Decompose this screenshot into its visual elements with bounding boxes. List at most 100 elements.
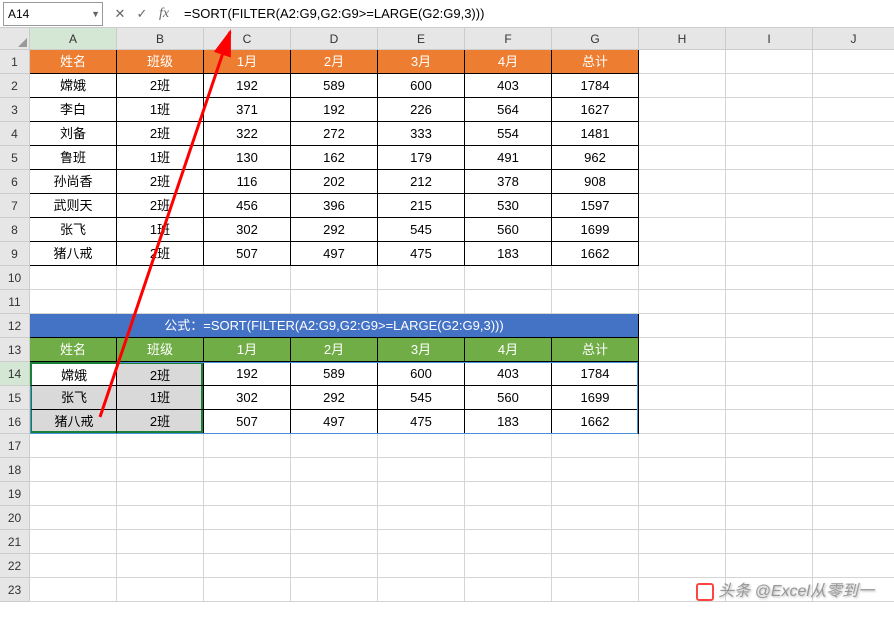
cell[interactable]: 姓名	[30, 338, 117, 362]
cell[interactable]	[813, 266, 894, 290]
cells-area[interactable]: 姓名班级1月2月3月4月总计嫦娥2班1925896004031784李白1班37…	[30, 50, 894, 602]
cell[interactable]: 1662	[552, 410, 639, 434]
cell[interactable]: 530	[465, 194, 552, 218]
cell[interactable]: 2班	[117, 194, 204, 218]
cell[interactable]: 张飞	[30, 386, 117, 410]
row-header-15[interactable]: 15	[0, 386, 30, 410]
cell[interactable]: 2班	[117, 362, 204, 386]
cell[interactable]	[378, 506, 465, 530]
cell[interactable]: 600	[378, 74, 465, 98]
row-header-12[interactable]: 12	[0, 314, 30, 338]
cell[interactable]: 1班	[117, 98, 204, 122]
cell[interactable]	[30, 554, 117, 578]
cell[interactable]	[30, 266, 117, 290]
cell[interactable]: 1699	[552, 386, 639, 410]
cell[interactable]	[639, 314, 726, 338]
cell[interactable]	[813, 482, 894, 506]
col-header-A[interactable]: A	[30, 28, 117, 50]
cell[interactable]	[204, 434, 291, 458]
row-header-4[interactable]: 4	[0, 122, 30, 146]
cell[interactable]: 1662	[552, 242, 639, 266]
cell[interactable]	[639, 506, 726, 530]
row-header-9[interactable]: 9	[0, 242, 30, 266]
cell[interactable]	[552, 554, 639, 578]
cell[interactable]	[726, 218, 813, 242]
formula-label-cell[interactable]: 公式：=SORT(FILTER(A2:G9,G2:G9>=LARGE(G2:G9…	[30, 314, 639, 338]
cell[interactable]	[465, 578, 552, 602]
col-header-H[interactable]: H	[639, 28, 726, 50]
cell[interactable]	[465, 290, 552, 314]
cell[interactable]: 564	[465, 98, 552, 122]
cell[interactable]: 202	[291, 170, 378, 194]
cell[interactable]	[465, 266, 552, 290]
cell[interactable]: 3月	[378, 338, 465, 362]
cell[interactable]	[204, 290, 291, 314]
cell[interactable]	[639, 242, 726, 266]
cell[interactable]: 491	[465, 146, 552, 170]
cell[interactable]	[639, 218, 726, 242]
cell[interactable]: 4月	[465, 338, 552, 362]
cell[interactable]: 162	[291, 146, 378, 170]
cell[interactable]: 507	[204, 410, 291, 434]
cell[interactable]	[639, 266, 726, 290]
cell[interactable]	[204, 266, 291, 290]
cell[interactable]	[813, 290, 894, 314]
cell[interactable]: 589	[291, 74, 378, 98]
row-header-22[interactable]: 22	[0, 554, 30, 578]
cell[interactable]	[291, 458, 378, 482]
cell[interactable]: 鲁班	[30, 146, 117, 170]
cell[interactable]	[726, 170, 813, 194]
cell[interactable]: 刘备	[30, 122, 117, 146]
cell[interactable]	[726, 554, 813, 578]
row-header-6[interactable]: 6	[0, 170, 30, 194]
cell[interactable]: 183	[465, 242, 552, 266]
cell[interactable]: 116	[204, 170, 291, 194]
cell[interactable]: 371	[204, 98, 291, 122]
row-header-23[interactable]: 23	[0, 578, 30, 602]
cell[interactable]	[726, 530, 813, 554]
cell[interactable]	[639, 338, 726, 362]
cell[interactable]: 130	[204, 146, 291, 170]
cell[interactable]: 600	[378, 362, 465, 386]
cell[interactable]	[291, 482, 378, 506]
cell[interactable]: 张飞	[30, 218, 117, 242]
col-header-I[interactable]: I	[726, 28, 813, 50]
col-header-E[interactable]: E	[378, 28, 465, 50]
cell[interactable]	[204, 578, 291, 602]
cell[interactable]	[378, 578, 465, 602]
select-all-corner[interactable]	[0, 28, 30, 50]
cell[interactable]	[204, 482, 291, 506]
cell[interactable]	[726, 434, 813, 458]
cell[interactable]: 302	[204, 386, 291, 410]
cell[interactable]	[726, 386, 813, 410]
cell[interactable]: 475	[378, 410, 465, 434]
cell[interactable]: 1月	[204, 50, 291, 74]
cell[interactable]	[117, 530, 204, 554]
cell[interactable]: 908	[552, 170, 639, 194]
cell[interactable]	[117, 578, 204, 602]
cell[interactable]	[30, 506, 117, 530]
check-icon[interactable]: ✓	[134, 6, 150, 22]
cell[interactable]	[552, 290, 639, 314]
cell[interactable]	[726, 146, 813, 170]
cell[interactable]: 507	[204, 242, 291, 266]
cell[interactable]: 403	[465, 74, 552, 98]
cell[interactable]: 545	[378, 218, 465, 242]
cell[interactable]	[813, 338, 894, 362]
col-header-J[interactable]: J	[813, 28, 894, 50]
row-header-17[interactable]: 17	[0, 434, 30, 458]
cell[interactable]: 1597	[552, 194, 639, 218]
cell[interactable]	[726, 362, 813, 386]
cell[interactable]	[552, 506, 639, 530]
cell[interactable]	[726, 74, 813, 98]
cell[interactable]	[639, 434, 726, 458]
cell[interactable]: 456	[204, 194, 291, 218]
cell[interactable]	[291, 506, 378, 530]
cell[interactable]	[813, 554, 894, 578]
cell[interactable]: 212	[378, 170, 465, 194]
cell[interactable]: 1班	[117, 146, 204, 170]
row-header-14[interactable]: 14	[0, 362, 30, 386]
col-header-D[interactable]: D	[291, 28, 378, 50]
cell[interactable]	[465, 554, 552, 578]
cell[interactable]	[813, 50, 894, 74]
